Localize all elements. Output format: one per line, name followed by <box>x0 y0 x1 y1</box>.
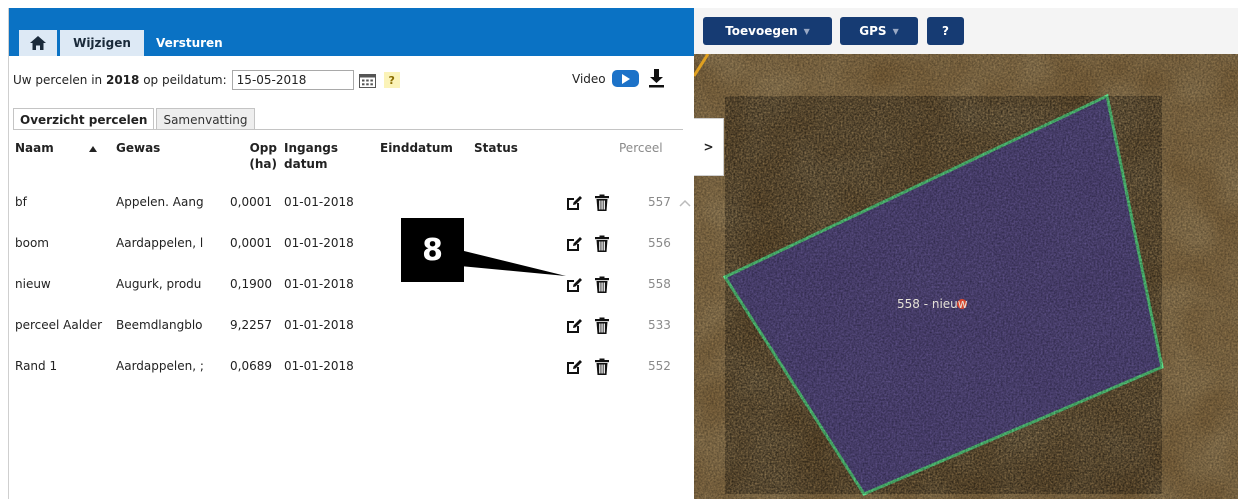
home-tab[interactable] <box>19 30 57 56</box>
cell-naam: boom <box>15 236 49 250</box>
gps-label: GPS <box>859 24 887 38</box>
header-einddatum[interactable]: Einddatum <box>380 140 453 156</box>
cell-gewas: Appelen. Aang <box>116 195 204 209</box>
edit-icon[interactable] <box>565 358 583 376</box>
tab-overzicht-percelen[interactable]: Overzicht percelen <box>13 108 155 130</box>
date-suffix: op peildatum: <box>143 73 227 87</box>
cell-opp: 0,1900 <box>230 277 272 291</box>
cell-naam: perceel Aalder <box>15 318 103 332</box>
header-opp[interactable]: Opp (ha) <box>247 140 277 172</box>
map-help-button[interactable]: ? <box>927 17 964 45</box>
cell-perceel: 558 <box>648 277 671 291</box>
cell-perceel: 533 <box>648 318 671 332</box>
map-toolbar: Toevoegen ▼ GPS ▼ ? <box>694 8 1238 54</box>
scroll-up-arrow[interactable] <box>679 198 691 208</box>
cell-opp: 0,0001 <box>230 195 272 209</box>
parcel-map-label: 558 - nieuw <box>897 297 968 311</box>
trash-icon[interactable] <box>593 276 611 294</box>
trash-icon[interactable] <box>593 317 611 335</box>
help-button[interactable]: ? <box>383 72 400 88</box>
video-play-button[interactable] <box>611 70 639 87</box>
header-perceel[interactable]: Perceel <box>619 140 663 156</box>
cell-opp: 9,2257 <box>230 318 272 332</box>
cell-naam: nieuw <box>15 277 51 291</box>
gps-dropdown[interactable]: GPS ▼ <box>840 17 918 45</box>
top-tab-bar: Wijzigen Versturen <box>9 8 695 56</box>
panel-toggle-button[interactable]: > <box>694 118 724 176</box>
tab-wijzigen[interactable]: Wijzigen <box>60 30 144 56</box>
header-ingang-line1: Ingangs <box>284 141 338 155</box>
left-panel: Wijzigen Versturen Uw percelen in 2018 o… <box>8 8 695 499</box>
cell-perceel: 552 <box>648 359 671 373</box>
reference-date-line: Uw percelen in 2018 op peildatum: ? <box>13 70 400 90</box>
reference-date-input[interactable] <box>231 70 354 90</box>
cell-ingangsdatum: 01-01-2018 <box>284 277 354 291</box>
toevoegen-dropdown[interactable]: Toevoegen ▼ <box>703 17 832 45</box>
date-prefix: Uw percelen in <box>13 73 103 87</box>
cell-naam: bf <box>15 195 27 209</box>
header-naam[interactable]: Naam <box>15 140 54 156</box>
cell-perceel: 556 <box>648 236 671 250</box>
tab-samenvatting[interactable]: Samenvatting <box>156 108 255 130</box>
header-status[interactable]: Status <box>474 140 518 156</box>
play-icon <box>621 73 630 84</box>
download-icon[interactable] <box>648 69 665 88</box>
cell-gewas: Aardappelen, ; <box>116 359 204 373</box>
tab-versturen[interactable]: Versturen <box>148 30 231 56</box>
video-area: Video <box>572 69 665 88</box>
chevron-down-icon: ▼ <box>892 26 899 36</box>
callout-number-badge: 8 <box>401 218 464 282</box>
subtab-bar: Overzicht percelen Samenvatting <box>13 108 255 130</box>
header-opp-line1: Opp <box>249 141 277 155</box>
chevron-down-icon: ▼ <box>803 26 810 36</box>
header-gewas[interactable]: Gewas <box>116 140 160 156</box>
cell-gewas: Augurk, produ <box>116 277 202 291</box>
header-ingang-line2: datum <box>284 157 328 171</box>
cell-ingangsdatum: 01-01-2018 <box>284 236 354 250</box>
map-view[interactable]: 558 - nieuw <box>694 54 1238 499</box>
header-ingangsdatum[interactable]: Ingangs datum <box>284 140 338 172</box>
cell-ingangsdatum: 01-01-2018 <box>284 359 354 373</box>
cell-gewas: Beemdlangblo <box>116 318 203 332</box>
home-icon <box>30 36 46 50</box>
year-value: 2018 <box>105 73 140 87</box>
cell-naam: Rand 1 <box>15 359 58 373</box>
trash-icon[interactable] <box>593 235 611 253</box>
trash-icon[interactable] <box>593 194 611 212</box>
sort-ascending-icon[interactable] <box>89 146 97 152</box>
toevoegen-label: Toevoegen <box>725 24 798 38</box>
trash-icon[interactable] <box>593 358 611 376</box>
cell-opp: 0,0689 <box>230 359 272 373</box>
cell-gewas: Aardappelen, l <box>116 236 204 250</box>
cell-perceel: 557 <box>648 195 671 209</box>
aerial-map-image: 558 - nieuw <box>694 54 1238 499</box>
header-opp-line2: (ha) <box>249 157 277 171</box>
callout-arrow <box>460 250 566 276</box>
edit-icon[interactable] <box>565 194 583 212</box>
cell-ingangsdatum: 01-01-2018 <box>284 318 354 332</box>
video-label: Video <box>572 71 606 86</box>
cell-opp: 0,0001 <box>230 236 272 250</box>
edit-icon[interactable] <box>565 317 583 335</box>
calendar-icon[interactable] <box>358 73 376 88</box>
subtab-divider <box>13 129 683 130</box>
cell-ingangsdatum: 01-01-2018 <box>284 195 354 209</box>
